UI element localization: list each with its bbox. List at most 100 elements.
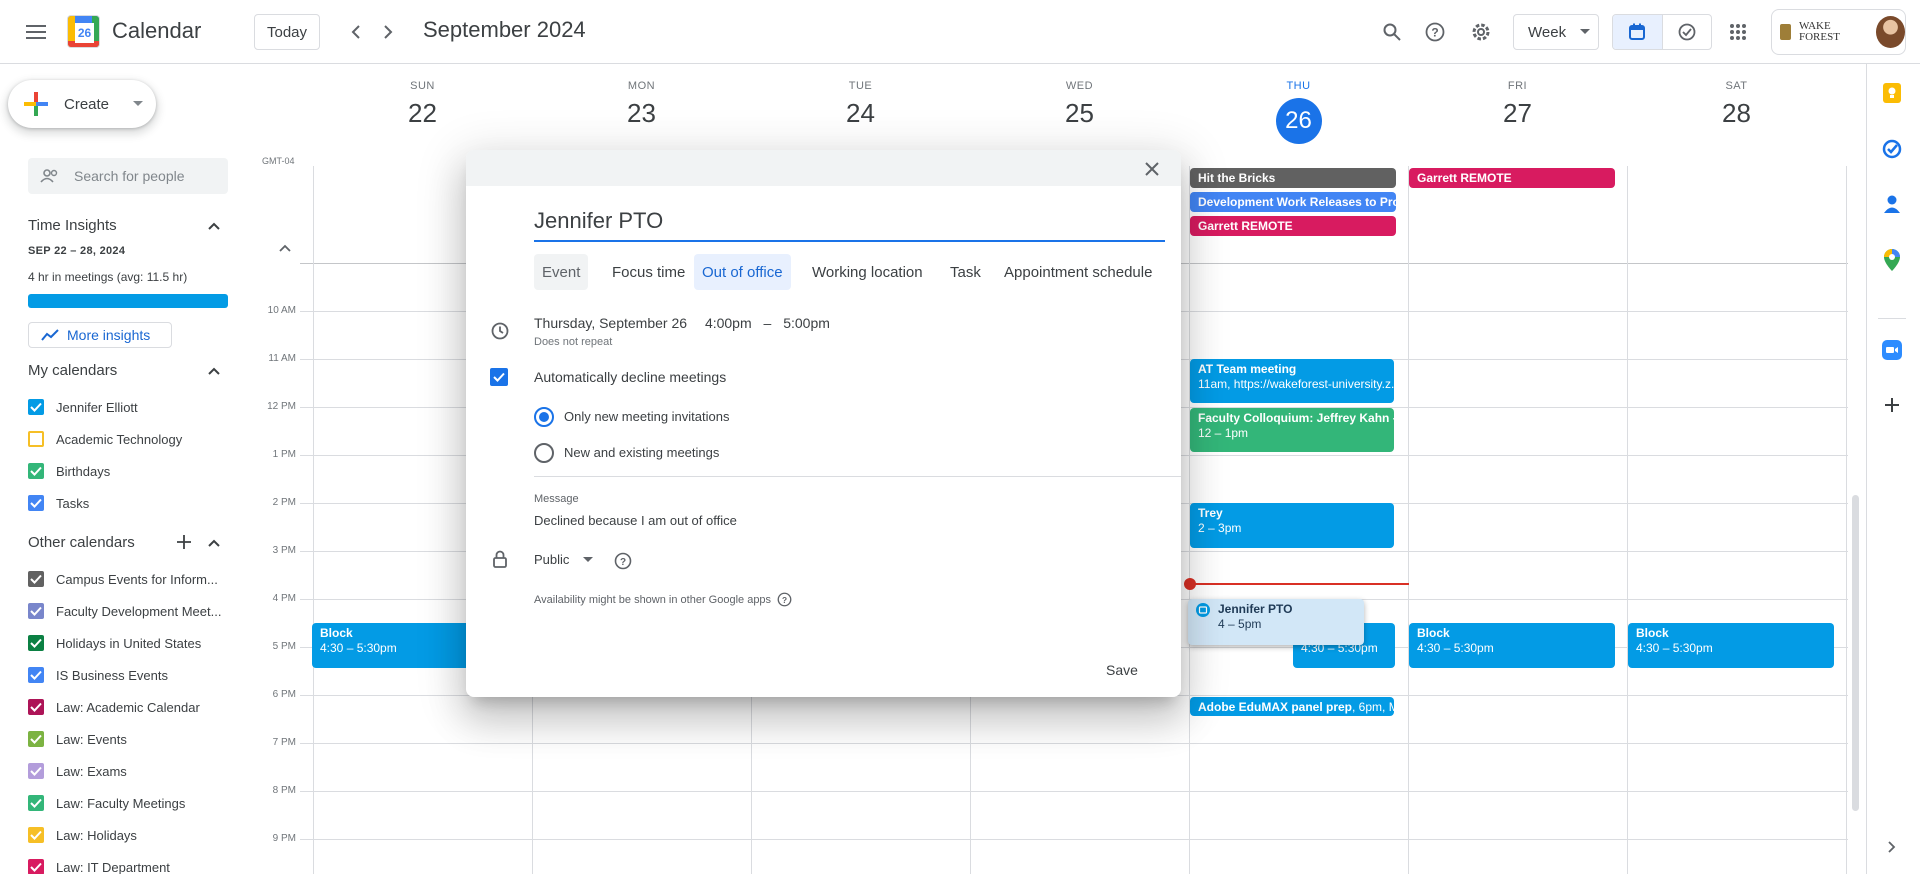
tasks-button[interactable] <box>1881 138 1903 160</box>
calendar-checkbox[interactable] <box>28 399 44 415</box>
expand-side-panel-button[interactable] <box>1881 836 1903 858</box>
event-block-sun[interactable]: Block 4:30 – 5:30pm <box>312 623 472 668</box>
event-at-team-meeting[interactable]: AT Team meeting 11am, https://wakeforest… <box>1190 359 1394 403</box>
event-development-work[interactable]: Development Work Releases to Pro... <box>1190 192 1396 212</box>
event-block-sat[interactable]: Block 4:30 – 5:30pm <box>1628 623 1834 668</box>
keep-button[interactable] <box>1881 82 1903 104</box>
auto-decline-checkbox[interactable] <box>490 368 508 386</box>
decline-message-input[interactable]: Declined because I am out of office <box>534 513 737 528</box>
day-number[interactable]: 25 <box>970 98 1189 129</box>
day-number[interactable]: 24 <box>751 98 970 129</box>
tab-out-of-office[interactable]: Out of office <box>694 254 791 290</box>
tasks-view-toggle[interactable] <box>1663 15 1712 49</box>
maps-button[interactable] <box>1881 249 1903 271</box>
event-title-input[interactable]: Jennifer PTO <box>534 204 1165 242</box>
day-header-wed[interactable]: WED 25 <box>970 80 1189 129</box>
calendar-checkbox[interactable] <box>28 571 44 587</box>
day-number[interactable]: 28 <box>1627 98 1846 129</box>
day-number[interactable]: 22 <box>313 98 532 129</box>
calendar-item[interactable]: Academic Technology <box>28 428 182 450</box>
calendar-checkbox[interactable] <box>28 431 44 447</box>
day-header-fri[interactable]: FRI 27 <box>1408 80 1627 129</box>
next-week-button[interactable] <box>368 12 408 52</box>
calendar-item[interactable]: Faculty Development Meet... <box>28 600 221 622</box>
collapse-time-insights-icon[interactable] <box>207 219 221 233</box>
calendar-checkbox[interactable] <box>28 859 44 874</box>
calendar-checkbox[interactable] <box>28 667 44 683</box>
visibility-help-icon[interactable]: ? <box>614 552 632 570</box>
collapse-all-day-icon[interactable] <box>279 244 291 252</box>
help-button[interactable]: ? <box>1415 12 1455 52</box>
account-button[interactable]: WAKE FOREST <box>1771 9 1906 55</box>
calendar-item[interactable]: Holidays in United States <box>28 632 201 654</box>
main-menu-button[interactable] <box>16 12 56 52</box>
tab-event[interactable]: Event <box>534 254 589 290</box>
calendar-item[interactable]: Birthdays <box>28 460 110 482</box>
grid-scrollbar[interactable] <box>1852 495 1859 811</box>
event-block-fri[interactable]: Block 4:30 – 5:30pm <box>1409 623 1615 668</box>
calendar-item[interactable]: IS Business Events <box>28 664 168 686</box>
event-faculty-colloquium[interactable]: Faculty Colloquium: Jeffrey Kahn - S... … <box>1190 408 1394 452</box>
today-button[interactable]: Today <box>254 14 320 50</box>
availability-help-icon[interactable]: ? <box>777 592 792 607</box>
day-header-mon[interactable]: MON 23 <box>532 80 751 129</box>
settings-button[interactable] <box>1461 12 1501 52</box>
calendar-item[interactable]: Law: Holidays <box>28 824 137 846</box>
event-trey[interactable]: Trey 2 – 3pm <box>1190 503 1394 548</box>
calendar-item[interactable]: Tasks <box>28 492 89 514</box>
get-add-ons-button[interactable] <box>1881 394 1903 416</box>
create-button[interactable]: Create <box>8 80 156 128</box>
radio-new-and-existing[interactable] <box>534 443 554 463</box>
day-number[interactable]: 26 <box>1275 98 1322 144</box>
calendar-item[interactable]: Law: Faculty Meetings <box>28 792 185 814</box>
calendar-item[interactable]: Law: Exams <box>28 760 127 782</box>
day-header-sat[interactable]: SAT 28 <box>1627 80 1846 129</box>
more-insights-button[interactable]: More insights <box>28 322 172 348</box>
save-button[interactable]: Save <box>1086 652 1158 688</box>
calendar-item[interactable]: Campus Events for Inform... <box>28 568 218 590</box>
calendar-view-toggle[interactable] <box>1613 15 1663 49</box>
event-date[interactable]: Thursday, September 26 <box>534 315 687 331</box>
calendar-item[interactable]: Law: Events <box>28 728 127 750</box>
google-apps-button[interactable] <box>1718 12 1758 52</box>
calendar-checkbox[interactable] <box>28 795 44 811</box>
event-end-time[interactable]: 5:00pm <box>783 315 830 331</box>
draft-event-jennifer-pto[interactable]: Jennifer PTO 4 – 5pm <box>1188 599 1364 645</box>
tab-task[interactable]: Task <box>942 254 989 290</box>
calendar-checkbox[interactable] <box>28 827 44 843</box>
view-select[interactable]: Week <box>1513 14 1599 50</box>
event-hit-the-bricks[interactable]: Hit the Bricks <box>1190 168 1396 188</box>
calendar-item[interactable]: Law: IT Department <box>28 856 170 874</box>
dialog-drag-bar[interactable] <box>466 150 1181 186</box>
close-dialog-button[interactable] <box>1139 156 1165 182</box>
contacts-button[interactable] <box>1881 193 1903 215</box>
search-button[interactable] <box>1372 12 1412 52</box>
calendar-checkbox[interactable] <box>28 731 44 747</box>
tab-focus-time[interactable]: Focus time <box>604 254 693 290</box>
calendar-item[interactable]: Law: Academic Calendar <box>28 696 200 718</box>
day-header-thu[interactable]: THU 26 <box>1189 80 1408 144</box>
day-header-tue[interactable]: TUE 24 <box>751 80 970 129</box>
add-calendar-icon[interactable] <box>176 534 192 550</box>
search-people-input[interactable]: Search for people <box>28 158 228 194</box>
calendar-checkbox[interactable] <box>28 463 44 479</box>
event-start-time[interactable]: 4:00pm <box>705 315 752 331</box>
radio-only-new-invitations[interactable] <box>534 407 554 427</box>
collapse-other-calendars-icon[interactable] <box>207 536 221 550</box>
calendar-checkbox[interactable] <box>28 763 44 779</box>
calendar-checkbox[interactable] <box>28 603 44 619</box>
event-garrett-remote-thu[interactable]: Garrett REMOTE <box>1190 216 1396 236</box>
visibility-select[interactable]: Public <box>534 552 594 567</box>
calendar-checkbox[interactable] <box>28 699 44 715</box>
day-header-sun[interactable]: SUN 22 <box>313 80 532 129</box>
day-number[interactable]: 27 <box>1408 98 1627 129</box>
tab-appointment-schedule[interactable]: Appointment schedule <box>996 254 1160 290</box>
zoom-button[interactable] <box>1881 339 1903 361</box>
collapse-my-calendars-icon[interactable] <box>207 364 221 378</box>
tab-working-location[interactable]: Working location <box>804 254 931 290</box>
calendar-checkbox[interactable] <box>28 495 44 511</box>
calendar-checkbox[interactable] <box>28 635 44 651</box>
event-adobe-edumax[interactable]: Adobe EduMAX panel prep, 6pm, Mi... <box>1190 697 1394 716</box>
day-number[interactable]: 23 <box>532 98 751 129</box>
event-garrett-remote-fri[interactable]: Garrett REMOTE <box>1409 168 1615 188</box>
